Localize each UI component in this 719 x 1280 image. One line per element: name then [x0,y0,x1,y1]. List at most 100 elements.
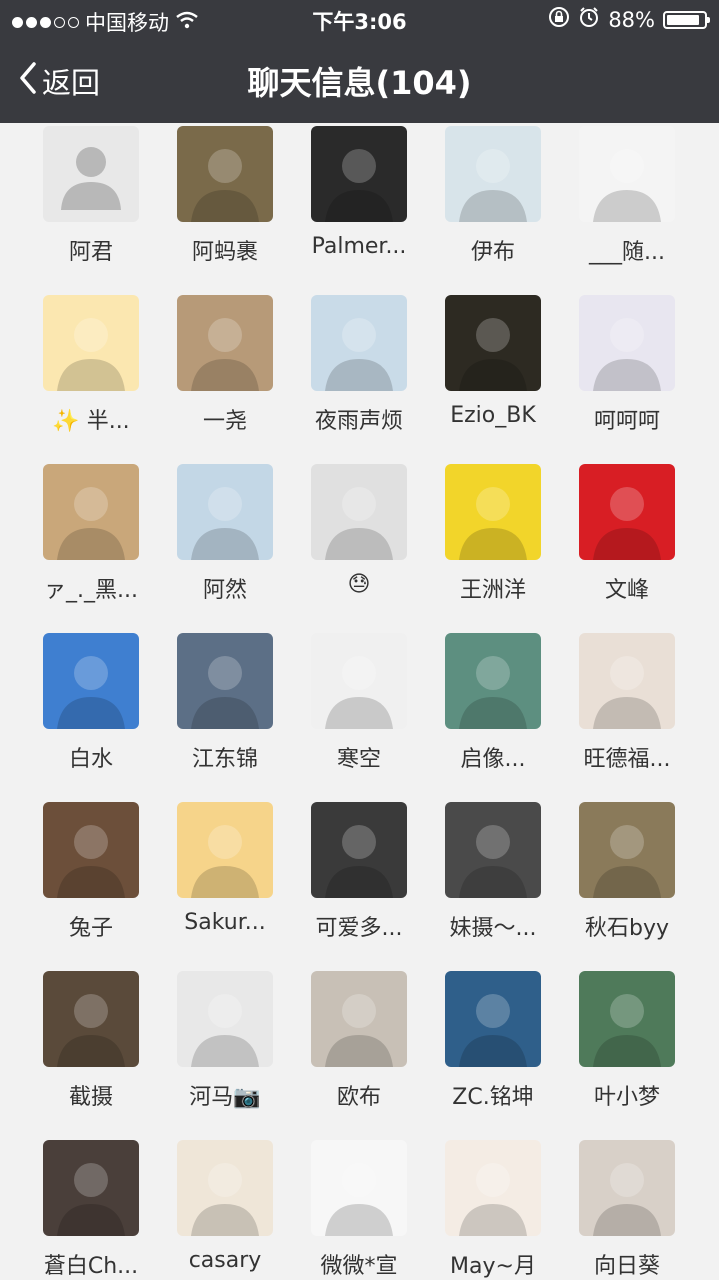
member-item[interactable]: 阿然 [158,461,292,604]
default-avatar-icon [43,126,139,222]
member-item[interactable]: Ezio_BK [426,292,560,428]
member-name: Sakur... [184,910,266,935]
member-name: 阿蚂裹 [191,240,258,265]
member-item[interactable]: 江东锦 [158,630,292,773]
member-item[interactable]: 微微*宣 [292,1137,426,1280]
member-name: 叶小梦 [593,1085,660,1110]
member-item[interactable]: 阿君 [24,123,158,266]
member-name: 寒空 [336,747,381,772]
member-item[interactable]: ァ_._黑... [24,461,158,604]
avatar [43,295,139,391]
member-name: 妹摄～... [449,916,537,941]
member-item[interactable]: 伊布 [426,123,560,266]
avatar [445,126,541,222]
member-item[interactable]: 妹摄～... [426,799,560,942]
avatar [445,1140,541,1236]
avatar [177,633,273,729]
avatar [311,971,407,1067]
avatar [177,1140,273,1236]
member-name: 可爱多... [315,916,403,941]
avatar [445,971,541,1067]
member-item[interactable]: 白水 [24,630,158,773]
rotation-lock-icon [548,6,570,33]
avatar [177,295,273,391]
member-item[interactable]: 截摄 [24,968,158,1111]
avatar [579,633,675,729]
avatar [579,971,675,1067]
member-name: 启像... [460,747,526,772]
member-name: ___随... [589,240,665,265]
member-item[interactable]: 呵呵呵 [560,292,694,435]
member-name: 河马📷 [189,1085,261,1110]
member-name: casary [188,1248,262,1273]
member-name: 蒼白Ch... [43,1254,139,1279]
member-item[interactable]: 一尧 [158,292,292,435]
battery-icon [663,10,710,29]
member-name: May~月 [450,1254,536,1279]
avatar [311,633,407,729]
member-item[interactable]: 启像... [426,630,560,773]
member-item[interactable]: Sakur... [158,799,292,935]
avatar [43,1140,139,1236]
navigation-bar: 返回 聊天信息(104) [0,40,719,123]
member-item[interactable]: 寒空 [292,630,426,773]
member-name: 夜雨声烦 [314,409,403,434]
avatar [311,464,407,560]
member-name: 呵呵呵 [593,409,660,434]
member-item[interactable]: 叶小梦 [560,968,694,1111]
member-item[interactable]: 旺德福... [560,630,694,773]
member-name: 截摄 [68,1085,113,1110]
avatar [579,1140,675,1236]
member-item[interactable]: 兔子 [24,799,158,942]
member-name: 微微*宣 [320,1254,398,1279]
member-item[interactable]: ✨ 半... [24,292,158,435]
member-name: 秋石byy [584,916,669,941]
member-item[interactable]: 阿蚂裹 [158,123,292,266]
member-name: 伊布 [470,240,515,265]
avatar [177,802,273,898]
member-item[interactable]: Palmer... [292,123,426,259]
avatar [311,126,407,222]
header-bar: 中国移动 下午3:06 88% 返回 聊天信息(104) [0,0,719,123]
alarm-icon [578,6,600,33]
member-name: 旺德福... [583,747,671,772]
avatar [311,295,407,391]
member-name: 文峰 [604,578,649,603]
member-item[interactable]: 向日葵 [560,1137,694,1280]
member-item[interactable]: ZC.铭坤 [426,968,560,1111]
status-bar: 中国移动 下午3:06 88% [0,0,719,40]
member-name: ✨ 半... [52,409,130,434]
avatar [445,464,541,560]
avatar [579,295,675,391]
member-item[interactable]: 可爱多... [292,799,426,942]
avatar [445,802,541,898]
avatar [445,295,541,391]
avatar [177,464,273,560]
member-item[interactable]: 王洲洋 [426,461,560,604]
avatar [43,802,139,898]
avatar [177,971,273,1067]
member-name: ァ_._黑... [44,578,138,603]
member-item[interactable]: May~月 [426,1137,560,1280]
member-item[interactable]: 欧布 [292,968,426,1111]
member-name: 😓 [347,572,371,597]
member-item[interactable]: ___随... [560,123,694,266]
member-item[interactable]: 河马📷 [158,968,292,1111]
avatar [445,633,541,729]
member-item[interactable]: 蒼白Ch... [24,1137,158,1280]
member-name: 阿然 [202,578,247,603]
member-name: 阿君 [68,240,113,265]
member-item[interactable]: 😓 [292,461,426,597]
avatar [43,971,139,1067]
member-item[interactable]: casary [158,1137,292,1273]
avatar [579,464,675,560]
member-name: 白水 [68,747,113,772]
member-item[interactable]: 秋石byy [560,799,694,942]
member-item[interactable]: 文峰 [560,461,694,604]
member-item[interactable]: 夜雨声烦 [292,292,426,435]
avatar [311,1140,407,1236]
avatar [43,464,139,560]
member-name: ZC.铭坤 [452,1085,534,1110]
avatar [579,802,675,898]
avatar [311,802,407,898]
